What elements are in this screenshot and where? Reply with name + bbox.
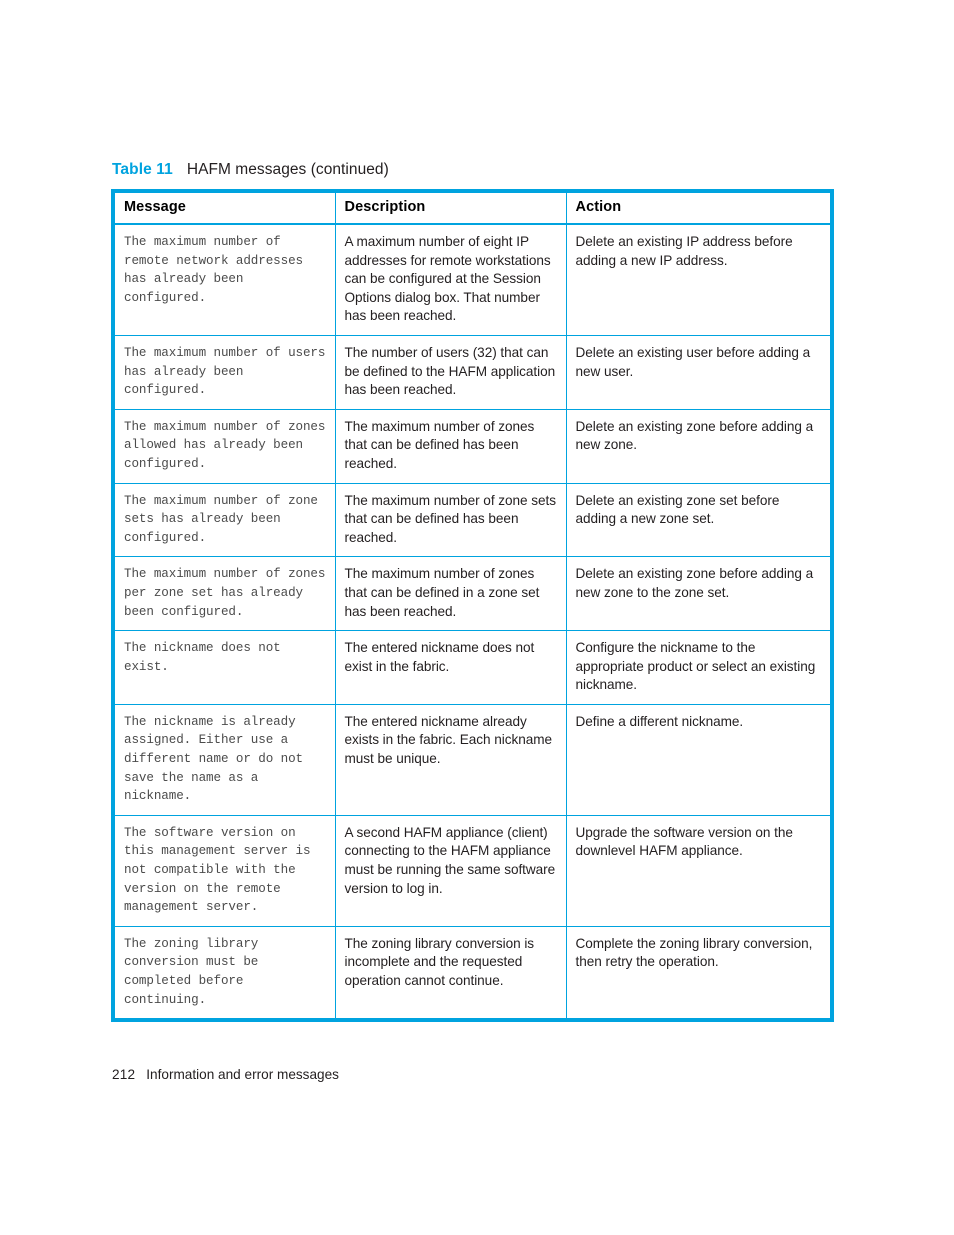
cell-message: The nickname is already assigned. Either…	[113, 704, 336, 816]
table-row: The maximum number of zones allowed has …	[113, 409, 832, 484]
cell-description: The maximum number of zones that can be …	[335, 409, 567, 484]
cell-message: The maximum number of users has already …	[113, 335, 336, 410]
table-row: The maximum number of remote network add…	[113, 224, 832, 336]
column-header-action: Action	[566, 191, 832, 225]
table-row: The maximum number of zone sets has alre…	[113, 483, 832, 558]
table-body: The maximum number of remote network add…	[113, 224, 832, 1021]
cell-action: Delete an existing IP address before add…	[566, 224, 832, 336]
cell-action: Upgrade the software version on the down…	[566, 815, 832, 927]
cell-description: The zoning library conversion is incompl…	[335, 926, 567, 1021]
cell-description: The entered nickname already exists in t…	[335, 704, 567, 816]
cell-message: The nickname does not exist.	[113, 630, 336, 705]
hafm-messages-table: Message Description Action The maximum n…	[111, 189, 834, 1023]
cell-description: A maximum number of eight IP addresses f…	[335, 224, 567, 336]
table-row: The zoning library conversion must be co…	[113, 926, 832, 1021]
table-caption-title: HAFM messages (continued)	[186, 161, 389, 178]
cell-message: The zoning library conversion must be co…	[113, 926, 336, 1021]
cell-description: The maximum number of zone sets that can…	[335, 483, 567, 558]
table-header: Message Description Action	[113, 191, 832, 225]
cell-description: The number of users (32) that can be def…	[335, 335, 567, 410]
table-row: The nickname is already assigned. Either…	[113, 704, 832, 816]
table-row: The maximum number of users has already …	[113, 335, 832, 410]
cell-message: The maximum number of zones allowed has …	[113, 409, 336, 484]
cell-description: The entered nickname does not exist in t…	[335, 630, 567, 705]
cell-action: Complete the zoning library conversion, …	[575, 935, 813, 970]
cell-action: Configure the nickname to the appropriat…	[566, 630, 832, 705]
cell-message: The maximum number of zone sets has alre…	[113, 483, 336, 558]
page-number: 212	[112, 1067, 136, 1082]
footer-section-title: Information and error messages	[146, 1067, 339, 1082]
cell-message: The maximum number of remote network add…	[113, 224, 336, 336]
column-header-description: Description	[335, 191, 567, 225]
table-row: The maximum number of zones per zone set…	[113, 556, 832, 632]
cell-message: The maximum number of zones per zone set…	[113, 556, 336, 632]
cell-description: A second HAFM appliance (client) connect…	[335, 815, 567, 927]
cell-action: Delete an existing zone before adding a …	[566, 409, 832, 484]
table-row: The software version on this management …	[113, 815, 832, 927]
page-footer: 212 Information and error messages	[112, 1066, 339, 1084]
cell-action: Define a different nickname.	[566, 704, 832, 816]
cell-action: Delete an existing user before adding a …	[566, 335, 832, 410]
table-caption: Table 11 HAFM messages (continued)	[112, 160, 389, 180]
cell-message: The software version on this management …	[113, 815, 336, 927]
table-row: The nickname does not exist. The entered…	[113, 630, 832, 705]
cell-description: The maximum number of zones that can be …	[335, 556, 567, 632]
column-header-message: Message	[113, 191, 336, 225]
cell-action: Delete an existing zone before adding a …	[566, 556, 832, 632]
table-header-row: Message Description Action	[113, 191, 832, 225]
table-caption-label: Table 11	[112, 161, 173, 178]
document-page: Table 11 HAFM messages (continued) Messag…	[0, 0, 954, 1235]
cell-action: Delete an existing zone set before addin…	[566, 483, 832, 558]
